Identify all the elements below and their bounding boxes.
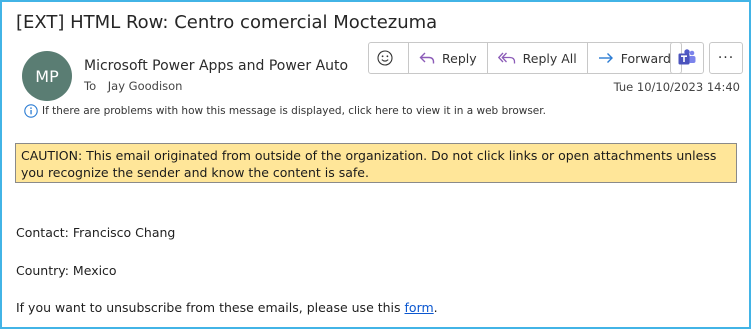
external-caution-banner: CAUTION: This email originated from outs…	[15, 143, 737, 183]
reply-all-label: Reply All	[522, 50, 577, 66]
forward-button[interactable]: Forward	[586, 43, 681, 73]
message-actions-toolbar: Reply Reply All Forward	[368, 42, 682, 74]
to-label: To	[84, 79, 97, 93]
avatar-initials: MP	[35, 66, 59, 86]
message-date: Tue 10/10/2023 14:40	[613, 80, 740, 94]
recipient-name[interactable]: Jay Goodison	[108, 79, 183, 93]
sender-avatar[interactable]: MP	[22, 51, 72, 101]
info-message: If there are problems with how this mess…	[42, 105, 546, 117]
unsubscribe-period: .	[433, 300, 438, 315]
unsubscribe-text: If you want to unsubscribe from these em…	[16, 300, 405, 315]
unsubscribe-form-link[interactable]: form	[405, 300, 434, 315]
contact-line: Contact: Francisco Chang	[16, 225, 176, 240]
unsubscribe-line: If you want to unsubscribe from these em…	[16, 300, 438, 315]
reply-label: Reply	[442, 50, 477, 66]
info-icon	[24, 104, 38, 118]
reply-button[interactable]: Reply	[408, 43, 487, 73]
teams-share-button[interactable]	[670, 42, 704, 74]
forward-icon	[598, 53, 613, 63]
smiley-icon	[377, 50, 393, 66]
reply-icon	[419, 52, 435, 64]
country-line: Country: Mexico	[16, 263, 117, 278]
reply-all-icon	[497, 52, 515, 64]
forward-label: Forward	[620, 50, 671, 66]
display-info-bar[interactable]: If there are problems with how this mess…	[24, 104, 546, 118]
email-reading-pane: [EXT] HTML Row: Centro comercial Moctezu…	[0, 0, 751, 329]
recipient-row: To Jay Goodison	[84, 79, 182, 93]
sender-name[interactable]: Microsoft Power Apps and Power Auto	[84, 58, 348, 74]
email-subject: [EXT] HTML Row: Centro comercial Moctezu…	[16, 12, 438, 33]
emoji-reaction-button[interactable]	[369, 43, 408, 73]
more-actions-button[interactable]: ···	[709, 42, 743, 74]
teams-icon	[678, 49, 696, 65]
reply-all-button[interactable]: Reply All	[486, 43, 587, 73]
